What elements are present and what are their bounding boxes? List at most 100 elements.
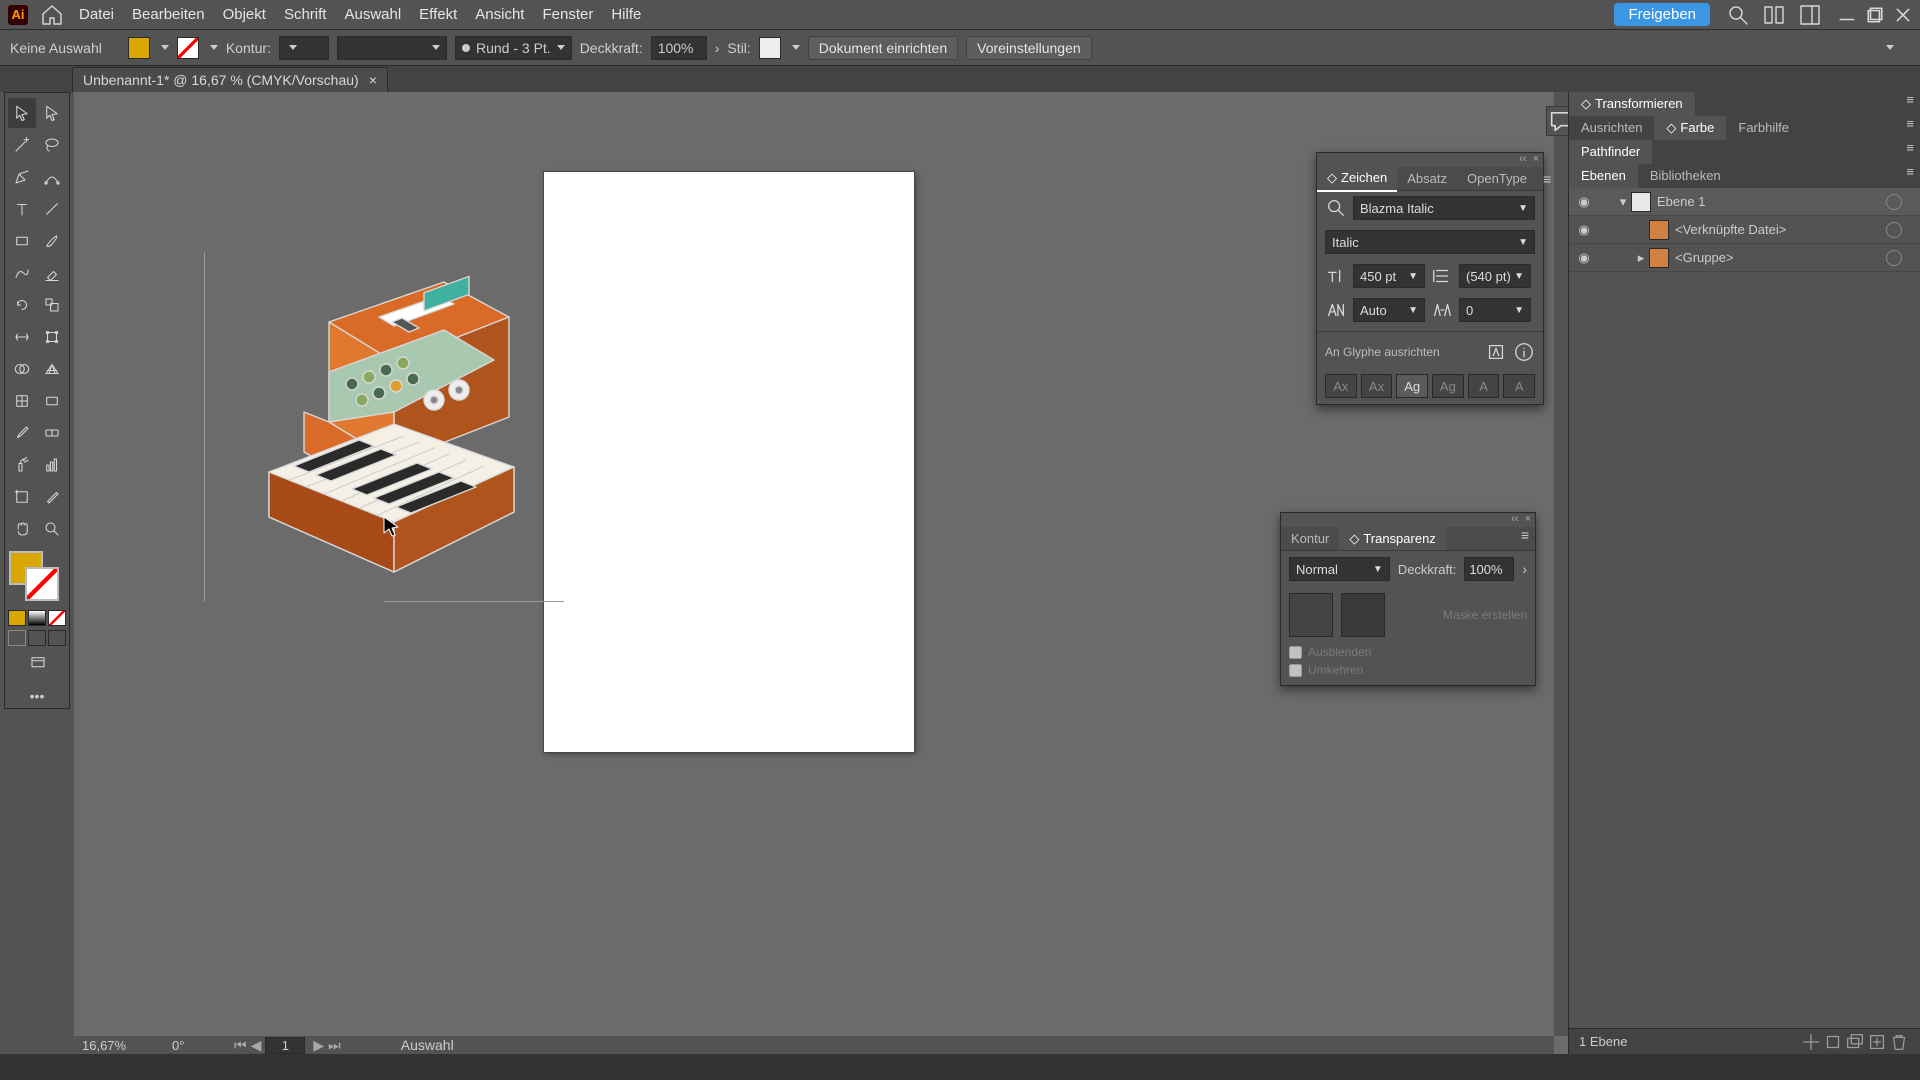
arrange-documents-icon[interactable] (1762, 3, 1786, 27)
snap-btn-6[interactable]: A (1503, 374, 1535, 398)
curvature-tool[interactable] (38, 162, 66, 192)
panel-close-icon[interactable]: × (1533, 153, 1539, 167)
snap-btn-2[interactable]: Ax (1361, 374, 1393, 398)
fill-swatch[interactable] (128, 37, 150, 59)
nav-first-icon[interactable]: ⏮ (234, 1037, 247, 1054)
layer-name[interactable]: <Verknüpfte Datei> (1675, 222, 1880, 237)
paintbrush-tool[interactable] (38, 226, 66, 256)
style-swatch[interactable] (759, 37, 781, 59)
shaper-tool[interactable] (8, 258, 36, 288)
expand-toggle-icon[interactable]: ▾ (1615, 194, 1631, 210)
visibility-toggle-icon[interactable]: ◉ (1573, 222, 1595, 238)
selection-tool[interactable] (8, 98, 36, 128)
menu-fenster[interactable]: Fenster (533, 0, 602, 30)
rotation-field[interactable]: 0° (164, 1038, 224, 1053)
layer-name[interactable]: <Gruppe> (1675, 250, 1880, 265)
gradient-tool[interactable] (38, 386, 66, 416)
panel-menu-icon[interactable]: ≡ (1900, 164, 1920, 188)
style-dropdown-icon[interactable] (792, 45, 800, 50)
column-graph-tool[interactable] (38, 450, 66, 480)
window-close-icon[interactable] (1894, 6, 1912, 24)
opacity-field[interactable] (1464, 557, 1514, 581)
essentials-dropdown-icon[interactable] (1886, 45, 1894, 50)
delete-layer-icon[interactable] (1888, 1031, 1910, 1053)
tab-farbhilfe[interactable]: Farbhilfe (1726, 116, 1801, 140)
tab-ausrichten[interactable]: Ausrichten (1569, 116, 1654, 140)
tab-transformieren[interactable]: ◇Transformieren (1569, 92, 1695, 116)
fill-dropdown-icon[interactable] (161, 45, 169, 50)
tab-ebenen[interactable]: Ebenen (1569, 164, 1638, 188)
tab-opentype[interactable]: OpenType (1457, 167, 1537, 191)
tab-bibliotheken[interactable]: Bibliotheken (1638, 164, 1733, 188)
eyedropper-tool[interactable] (8, 418, 36, 448)
rotate-tool[interactable] (8, 290, 36, 320)
panel-close-icon[interactable]: × (1525, 513, 1531, 527)
rectangle-tool[interactable] (8, 226, 36, 256)
panel-menu-icon[interactable]: ≡ (1515, 527, 1535, 550)
direct-selection-tool[interactable] (38, 98, 66, 128)
stroke-dropdown-icon[interactable] (210, 45, 218, 50)
zoom-tool[interactable] (38, 514, 66, 544)
stroke-swatch[interactable] (177, 37, 199, 59)
tab-zeichen[interactable]: ◇Zeichen (1317, 166, 1397, 192)
menu-hilfe[interactable]: Hilfe (602, 0, 650, 30)
layer-name[interactable]: Ebene 1 (1657, 194, 1880, 209)
workspace-switcher-icon[interactable] (1798, 3, 1822, 27)
select-indicator[interactable] (1908, 198, 1916, 206)
snap-btn-4[interactable]: Ag (1432, 374, 1464, 398)
tab-farbe[interactable]: ◇Farbe (1654, 116, 1726, 140)
nav-next-icon[interactable]: ▶ (313, 1037, 324, 1054)
document-tab[interactable]: Unbenannt-1* @ 16,67 % (CMYK/Vorschau) × (72, 67, 388, 92)
kerning-field[interactable]: Auto▼ (1353, 298, 1425, 322)
tracking-field[interactable]: 0▼ (1459, 298, 1531, 322)
expand-toggle-icon[interactable]: ▸ (1633, 250, 1649, 266)
opacity-arrow-icon[interactable]: › (1522, 561, 1527, 577)
layer-row[interactable]: ◉ <Verknüpfte Datei> (1569, 216, 1920, 244)
type-tool[interactable] (8, 194, 36, 224)
new-sublayer-icon[interactable] (1844, 1031, 1866, 1053)
tab-close-icon[interactable]: × (369, 72, 377, 88)
slice-tool[interactable] (38, 482, 66, 512)
placed-artwork[interactable] (234, 252, 544, 602)
leading-field[interactable]: (540 pt)▼ (1459, 264, 1531, 288)
target-icon[interactable] (1886, 250, 1902, 266)
draw-mode-bar[interactable] (7, 629, 67, 647)
snap-btn-3[interactable]: Ag (1396, 374, 1428, 398)
tab-absatz[interactable]: Absatz (1397, 167, 1457, 191)
menu-schrift[interactable]: Schrift (275, 0, 336, 30)
menu-ansicht[interactable]: Ansicht (466, 0, 533, 30)
transparency-thumb[interactable] (1289, 593, 1333, 637)
glyph-info-icon[interactable] (1513, 341, 1535, 363)
edit-toolbar-icon[interactable]: ••• (7, 688, 67, 704)
nav-prev-icon[interactable]: ◀ (251, 1037, 262, 1054)
menu-auswahl[interactable]: Auswahl (335, 0, 410, 30)
magic-wand-tool[interactable] (8, 130, 36, 160)
line-segment-tool[interactable] (38, 194, 66, 224)
target-icon[interactable] (1886, 194, 1902, 210)
blend-mode-field[interactable]: Normal▼ (1289, 557, 1390, 581)
panel-menu-icon[interactable]: ≡ (1900, 92, 1920, 116)
scale-tool[interactable] (38, 290, 66, 320)
artboard[interactable] (544, 172, 914, 752)
tab-kontur[interactable]: Kontur (1281, 527, 1339, 550)
home-icon[interactable] (40, 3, 64, 27)
brush-field[interactable] (337, 36, 447, 60)
blend-tool[interactable] (38, 418, 66, 448)
font-style-field[interactable]: Italic▼ (1325, 230, 1535, 254)
glyph-bounds-icon[interactable] (1485, 341, 1507, 363)
stroke-weight-field[interactable] (279, 36, 329, 60)
free-transform-tool[interactable] (38, 322, 66, 352)
color-mode-bar[interactable] (7, 609, 67, 627)
search-icon[interactable] (1726, 3, 1750, 27)
panel-collapse-icon[interactable]: ‹‹ (1511, 513, 1518, 527)
visibility-toggle-icon[interactable]: ◉ (1573, 194, 1595, 210)
panel-menu-icon[interactable]: ≡ (1537, 171, 1557, 187)
tab-transparenz[interactable]: ◇Transparenz (1339, 527, 1446, 550)
panel-menu-icon[interactable]: ≡ (1900, 116, 1920, 140)
fill-stroke-control[interactable] (7, 551, 67, 607)
make-clipping-mask-icon[interactable] (1822, 1031, 1844, 1053)
lasso-tool[interactable] (38, 130, 66, 160)
menu-effekt[interactable]: Effekt (410, 0, 466, 30)
preferences-button[interactable]: Voreinstellungen (966, 36, 1092, 60)
opacity-field[interactable]: 100% (651, 36, 707, 60)
